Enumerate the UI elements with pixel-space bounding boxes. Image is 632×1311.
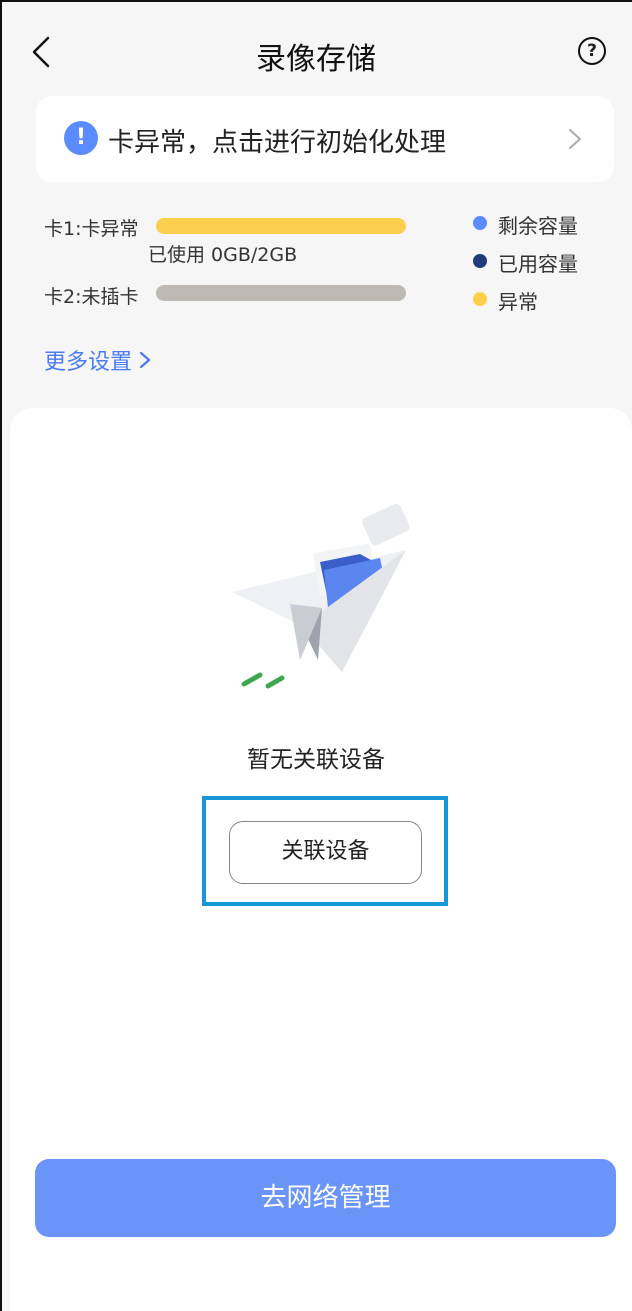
nav-bar: 录像存储 ? [0, 0, 632, 96]
card2-label: 卡2:未插卡 [44, 286, 139, 308]
card-decoration [362, 503, 410, 546]
link-device-button[interactable]: 关联设备 [229, 821, 422, 884]
more-settings-label: 更多设置 [44, 350, 133, 375]
left-border [0, 0, 2, 1311]
card1-label: 卡1:卡异常 [44, 218, 139, 240]
empty-state-text: 暂无关联设备 [247, 747, 385, 773]
legend-label-free: 剩余容量 [498, 214, 578, 238]
more-settings-link[interactable]: 更多设置 [44, 344, 152, 376]
legend-dot-used [473, 254, 487, 268]
storage-status: 卡1:卡异常 已使用 0GB/2GB 卡2:未插卡 剩余容量 已用容量 异常 [44, 208, 604, 318]
legend-dot-abnormal [473, 292, 487, 306]
help-glyph: ? [587, 40, 597, 61]
legend-label-abnormal: 异常 [498, 290, 538, 314]
chevron-right-icon [569, 129, 581, 149]
exclamation-icon: ! [64, 121, 98, 155]
card1-capacity-bar [156, 218, 406, 234]
chevron-right-icon [139, 351, 151, 369]
card2-capacity-bar [156, 285, 406, 301]
legend-label-used: 已用容量 [498, 252, 578, 276]
question-circle-icon[interactable]: ? [578, 37, 606, 65]
page-title: 录像存储 [256, 42, 376, 77]
card1-usage-text: 已使用 0GB/2GB [148, 244, 298, 266]
alert-text: 卡异常，点击进行初始化处理 [108, 128, 447, 158]
legend-dot-free [473, 216, 487, 230]
card-alert-banner[interactable]: ! 卡异常，点击进行初始化处理 [36, 96, 614, 182]
network-management-button[interactable]: 去网络管理 [35, 1159, 616, 1237]
paper-plane-illustration [232, 503, 410, 689]
